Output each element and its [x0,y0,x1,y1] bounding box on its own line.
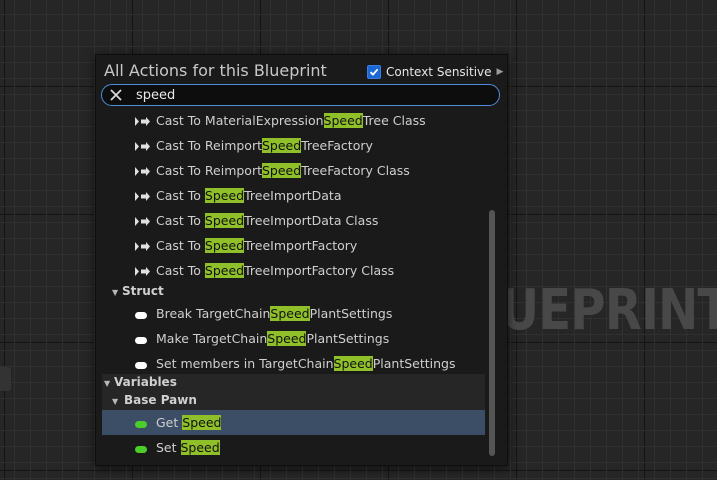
action-item[interactable]: Cast To SpeedTreeImportFactory [102,233,485,258]
scrollbar-thumb[interactable] [489,210,495,456]
search-box[interactable] [101,84,500,106]
collapse-arrow-icon[interactable]: ▼ [112,288,118,297]
action-item[interactable]: Set members in TargetChainSpeedPlantSett… [102,351,485,376]
struct-pin-icon [135,360,147,371]
exec-arrow-icon [135,265,151,276]
action-item[interactable]: Cast To ReimportSpeedTreeFactory [102,133,485,158]
action-item[interactable]: Cast To SpeedTreeImportData Class [102,208,485,233]
search-match: Speed [204,238,245,253]
action-list[interactable]: Cast To MaterialExpressionSpeedTree Clas… [96,108,507,463]
action-item-label: Cast To SpeedTreeImportFactory Class [156,263,395,278]
search-match: Speed [180,440,220,455]
exec-arrow-icon [135,240,151,251]
expand-arrow-icon[interactable]: ▶ [497,67,504,77]
close-icon[interactable] [109,88,123,102]
action-item-label: Set members in TargetChainSpeedPlantSett… [156,356,456,371]
struct-pin-icon [135,335,147,346]
search-match: Speed [333,356,373,371]
checkmark-icon [369,68,379,76]
action-item[interactable]: Cast To SpeedTreeImportFactory Class [102,258,485,283]
category-variables[interactable]: ▼ Variables [102,374,485,392]
action-item[interactable]: Cast To MaterialExpressionSpeedTree Clas… [102,108,485,133]
action-item-label: Break TargetChainSpeedPlantSettings [156,306,393,321]
popup-title: All Actions for this Blueprint [104,61,327,80]
category-label: Variables [114,375,177,389]
action-item-label: Cast To SpeedTreeImportData Class [156,213,379,228]
search-match: Speed [262,138,302,153]
context-sensitive-label: Context Sensitive [386,64,492,79]
collapse-arrow-icon[interactable]: ▼ [104,379,110,388]
exec-arrow-icon [135,165,151,176]
action-item-label: Cast To ReimportSpeedTreeFactory [156,138,373,153]
popup-header: All Actions for this Blueprint Context S… [96,55,507,85]
variable-pin-icon [135,444,147,455]
search-match: Speed [182,415,222,430]
action-item-label: Cast To SpeedTreeImportData [156,188,342,203]
variable-pin-icon [135,419,147,430]
action-item[interactable]: Cast To ReimportSpeedTreeFactory Class [102,158,485,183]
action-item-label: Cast To SpeedTreeImportFactory [156,238,358,253]
blueprint-watermark: UEPRINT [500,278,717,343]
action-item-label: Cast To MaterialExpressionSpeedTree Clas… [156,113,426,128]
context-sensitive-toggle[interactable]: Context Sensitive ▶ [367,63,503,80]
search-match: Speed [204,263,245,278]
search-match: Speed [262,163,302,178]
action-item-get-speed[interactable]: Get Speed [102,410,485,435]
action-item[interactable]: Make TargetChainSpeedPlantSettings [102,326,485,351]
action-item-label: Get Speed [156,415,222,430]
exec-arrow-icon [135,115,151,126]
search-match: Speed [204,188,245,203]
exec-arrow-icon [135,190,151,201]
action-item[interactable]: Cast To SpeedTreeImportData [102,183,485,208]
context-sensitive-checkbox[interactable] [367,64,381,79]
action-menu-popup: All Actions for this Blueprint Context S… [95,54,508,466]
action-item-label: Set Speed [156,440,220,455]
search-match: Speed [323,113,363,128]
struct-pin-icon [135,310,147,321]
search-match: Speed [270,306,310,321]
category-label: Struct [122,284,164,298]
action-item-set-speed[interactable]: Set Speed [102,435,485,460]
side-panel-tab[interactable] [0,367,11,391]
action-item-label: Cast To ReimportSpeedTreeFactory Class [156,163,410,178]
exec-arrow-icon [135,215,151,226]
category-base-pawn[interactable]: ▼ Base Pawn [102,392,485,410]
search-match: Speed [267,331,307,346]
search-match: Speed [204,213,245,228]
category-label: Base Pawn [124,393,197,407]
search-input[interactable] [136,87,476,103]
category-struct[interactable]: ▼ Struct [102,283,485,301]
collapse-arrow-icon[interactable]: ▼ [112,397,118,406]
action-item[interactable]: Break TargetChainSpeedPlantSettings [102,301,485,326]
action-item-label: Make TargetChainSpeedPlantSettings [156,331,390,346]
exec-arrow-icon [135,140,151,151]
